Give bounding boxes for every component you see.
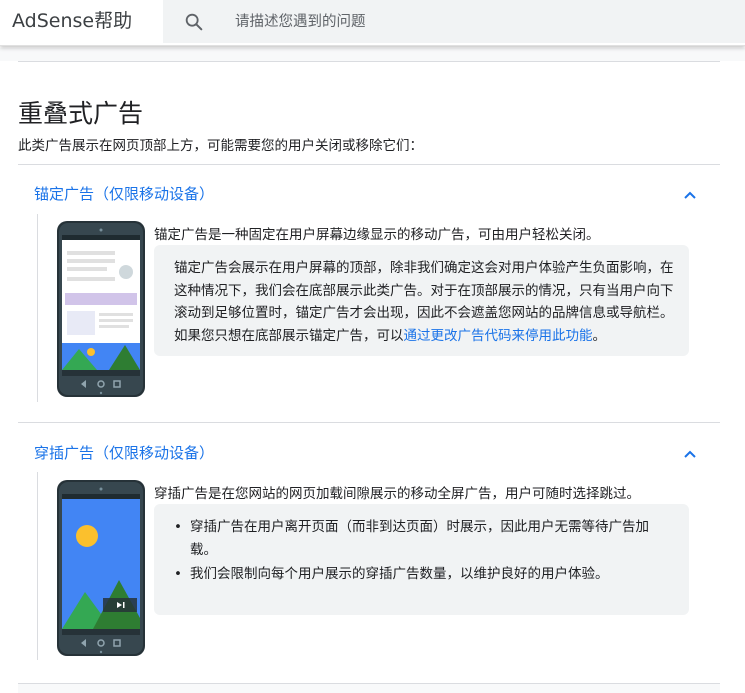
section-interstitial-ads-title[interactable]: 穿插广告（仅限移动设备） — [34, 442, 214, 463]
divider — [18, 61, 720, 62]
anchor-ads-description: 锚定广告是一种固定在用户屏幕边缘显示的移动广告，可由用户轻松关闭。 — [154, 227, 600, 243]
product-title[interactable]: AdSense帮助 — [12, 6, 132, 33]
anchor-ads-note: 锚定广告会展示在用户屏幕的顶部，除非我们确定这会对用户体验产生负面影响，在这种情… — [154, 245, 689, 356]
section-anchor-ads-title[interactable]: 锚定广告（仅限移动设备） — [34, 183, 214, 204]
interstitial-ad-phone-illustration — [57, 480, 145, 656]
interstitial-ads-description: 穿插广告是在您网站的网页加载间隙展示的移动全屏广告，用户可随时选择跳过。 — [154, 486, 640, 502]
interstitial-ads-note: 穿插广告在用户离开页面（而非到达页面）时展示，因此用户无需等待广告加载。 我们会… — [154, 504, 689, 615]
list-item: 我们会限制向每个用户展示的穿插广告数量，以维护良好的用户体验。 — [174, 563, 674, 586]
search-box[interactable] — [163, 0, 745, 43]
disable-top-anchor-link[interactable]: 通过更改广告代码来停用此功能 — [404, 328, 593, 344]
section-content-rule — [37, 214, 38, 402]
note-text: 锚定广告会展示在用户屏幕的顶部，除非我们确定这会对用户体验产生负面影响，在这种情… — [174, 260, 674, 344]
top-bar: AdSense帮助 — [0, 0, 745, 46]
interstitial-ads-bullet-list: 穿插广告在用户离开页面（而非到达页面）时展示，因此用户无需等待广告加载。 我们会… — [174, 516, 674, 588]
intro-text: 此类广告展示在网页顶部上方，可能需要您的用户关闭或移除它们： — [18, 138, 423, 154]
divider — [18, 164, 720, 165]
divider — [18, 422, 720, 423]
list-item: 穿插广告在用户离开页面（而非到达页面）时展示，因此用户无需等待广告加载。 — [174, 516, 674, 561]
chevron-up-icon[interactable] — [682, 187, 698, 203]
page-title: 重叠式广告 — [18, 99, 144, 128]
anchor-ad-phone-illustration — [57, 221, 145, 397]
search-icon[interactable] — [183, 11, 205, 33]
search-input[interactable] — [235, 11, 715, 33]
section-content-rule — [37, 472, 38, 660]
chevron-up-icon[interactable] — [682, 446, 698, 462]
header-spacer — [0, 48, 745, 61]
next-section-edge — [18, 683, 720, 693]
